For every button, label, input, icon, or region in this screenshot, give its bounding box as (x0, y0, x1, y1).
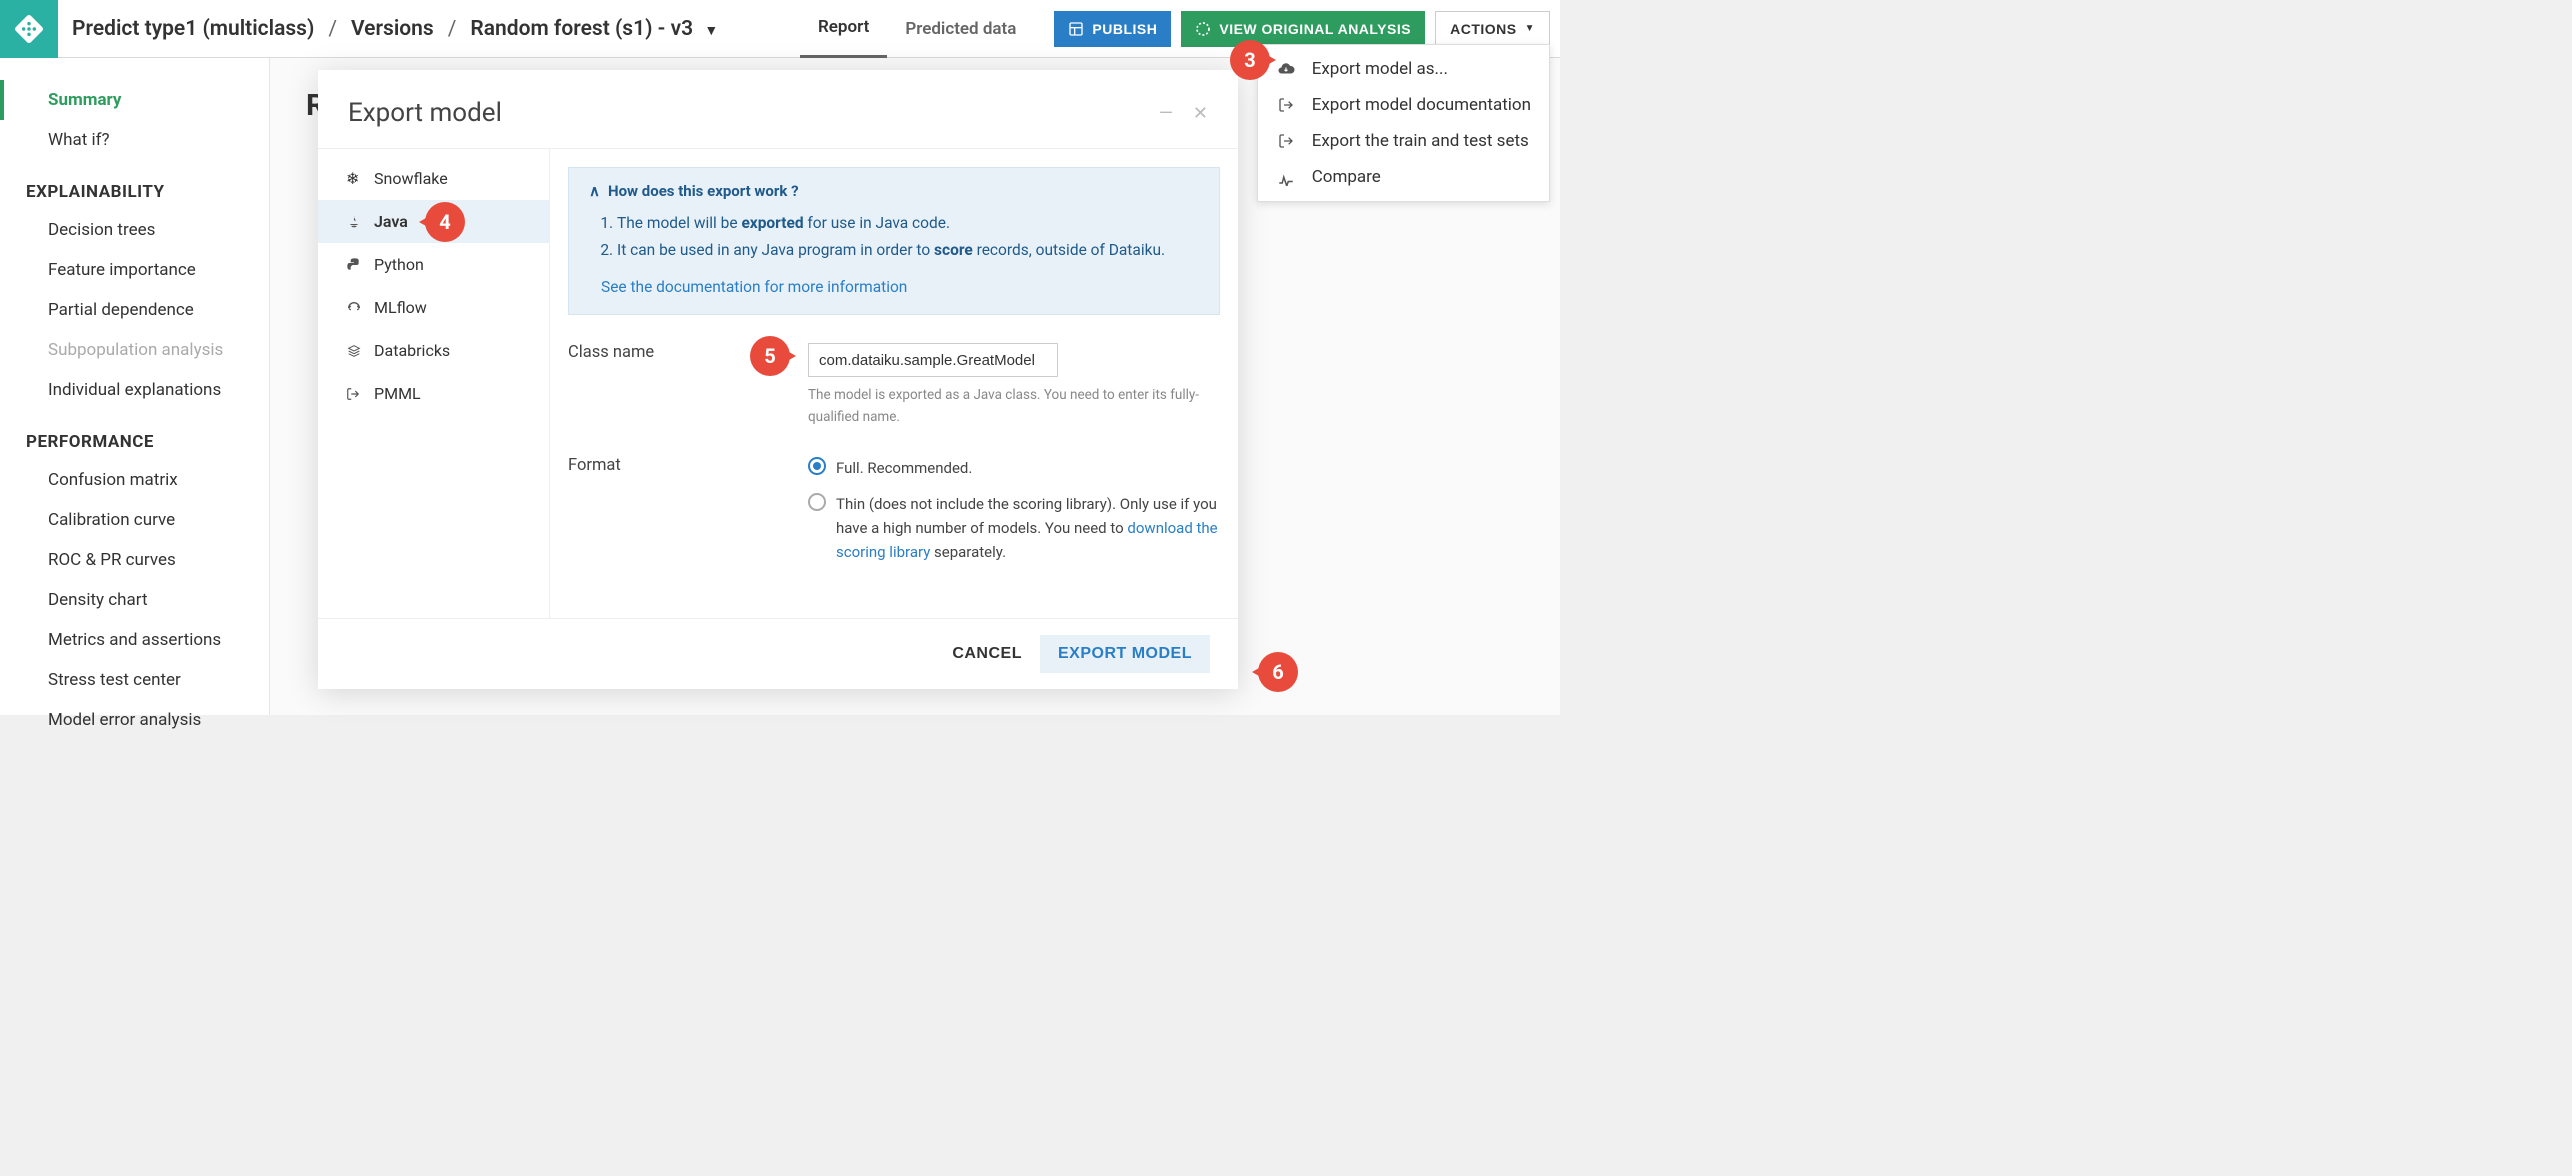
snowflake-icon: ❄ (346, 169, 364, 188)
class-name-input[interactable] (808, 343, 1058, 377)
view-original-analysis-button[interactable]: VIEW ORIGINAL ANALYSIS (1181, 11, 1425, 47)
dashboard-icon (1068, 21, 1084, 37)
breadcrumb: Predict type1 (multiclass) / Versions / … (58, 17, 718, 41)
chevron-down-icon: ▼ (704, 23, 718, 39)
export-content: ∧ How does this export work ? The model … (550, 149, 1238, 618)
breadcrumb-sep: / (448, 17, 457, 41)
info-line-1: The model will be exported for use in Ja… (617, 210, 1199, 237)
menu-export-train-test-sets[interactable]: Export the train and test sets (1258, 123, 1549, 159)
breadcrumb-model[interactable]: Random forest (s1) - v3 ▼ (470, 17, 718, 41)
class-name-row: Class name The model is exported as a Ja… (568, 343, 1220, 428)
radio-thin[interactable] (808, 493, 826, 511)
dialog-header: Export model — ✕ (318, 70, 1238, 148)
sidebar-header-explainability: EXPLAINABILITY (0, 160, 269, 210)
sidebar-item-subpopulation[interactable]: Subpopulation analysis (0, 330, 269, 370)
sidebar-item-calibration-curve[interactable]: Calibration curve (0, 500, 269, 540)
annotation-5: 5 (750, 336, 790, 376)
mlflow-icon (346, 300, 364, 316)
sidebar-item-summary[interactable]: Summary (0, 80, 269, 120)
publish-button[interactable]: PUBLISH (1054, 11, 1171, 47)
breadcrumb-versions[interactable]: Versions (351, 17, 434, 41)
close-button[interactable]: ✕ (1193, 103, 1208, 124)
sidebar-item-feature-importance[interactable]: Feature importance (0, 250, 269, 290)
dialog-footer: CANCEL EXPORT MODEL (318, 618, 1238, 689)
format-option-thin[interactable]: Thin (does not include the scoring libra… (808, 492, 1220, 564)
sidebar-item-confusion-matrix[interactable]: Confusion matrix (0, 460, 269, 500)
sign-out-icon (1276, 97, 1296, 113)
compare-icon (1276, 168, 1296, 186)
sidebar-item-individual-explanations[interactable]: Individual explanations (0, 370, 269, 410)
format-label: Format (568, 456, 808, 576)
export-icon (346, 387, 364, 401)
breadcrumb-sep: / (328, 17, 337, 41)
databricks-icon (346, 343, 364, 359)
analysis-icon (1195, 21, 1211, 37)
chevron-down-icon: ▼ (1525, 23, 1535, 34)
export-tab-pmml[interactable]: PMML (318, 372, 549, 415)
sign-out-icon (1276, 133, 1296, 149)
sidebar-item-metrics[interactable]: Metrics and assertions (0, 620, 269, 660)
sidebar-item-partial-dependence[interactable]: Partial dependence (0, 290, 269, 330)
breadcrumb-project[interactable]: Predict type1 (multiclass) (72, 17, 314, 41)
sidebar-item-density-chart[interactable]: Density chart (0, 580, 269, 620)
info-toggle[interactable]: ∧ How does this export work ? (589, 182, 1199, 200)
cancel-button[interactable]: CANCEL (952, 645, 1022, 663)
export-tab-mlflow[interactable]: MLflow (318, 286, 549, 329)
annotation-6: 6 (1258, 652, 1298, 692)
format-option-full[interactable]: Full. Recommended. (808, 456, 1220, 480)
export-model-dialog: Export model — ✕ ❄Snowflake Java Python … (318, 70, 1238, 689)
annotation-3: 3 (1230, 40, 1270, 80)
format-row: Format Full. Recommended. Thin (does not… (568, 456, 1220, 576)
sidebar: Summary What if? EXPLAINABILITY Decision… (0, 58, 270, 715)
export-tab-python[interactable]: Python (318, 243, 549, 286)
documentation-link[interactable]: See the documentation for more informati… (589, 278, 1199, 296)
sidebar-header-performance: PERFORMANCE (0, 410, 269, 460)
menu-export-documentation[interactable]: Export model documentation (1258, 87, 1549, 123)
menu-compare[interactable]: Compare (1258, 159, 1549, 195)
actions-button[interactable]: ACTIONS ▼ (1435, 11, 1550, 47)
info-list: The model will be exported for use in Ja… (589, 210, 1199, 264)
tab-predicted-data[interactable]: Predicted data (887, 0, 1034, 58)
sidebar-item-stress-test[interactable]: Stress test center (0, 660, 269, 700)
info-line-2: It can be used in any Java program in or… (617, 237, 1199, 264)
top-tabs: Report Predicted data (800, 0, 1034, 58)
sidebar-item-whatif[interactable]: What if? (0, 120, 269, 160)
export-model-button[interactable]: EXPORT MODEL (1040, 635, 1210, 673)
radio-full[interactable] (808, 457, 826, 475)
dataiku-logo-icon (13, 13, 45, 45)
java-icon (346, 214, 364, 230)
tab-report[interactable]: Report (800, 0, 887, 58)
app-logo[interactable] (0, 0, 58, 58)
python-icon (346, 257, 364, 273)
sidebar-item-decision-trees[interactable]: Decision trees (0, 210, 269, 250)
class-name-help: The model is exported as a Java class. Y… (808, 385, 1208, 428)
sidebar-item-model-error[interactable]: Model error analysis (0, 700, 269, 740)
export-tab-databricks[interactable]: Databricks (318, 329, 549, 372)
menu-export-model-as[interactable]: Export model as... (1258, 51, 1549, 87)
sidebar-item-roc-pr[interactable]: ROC & PR curves (0, 540, 269, 580)
actions-menu: Export model as... Export model document… (1257, 44, 1550, 202)
annotation-4: 4 (425, 202, 465, 242)
minimize-button[interactable]: — (1159, 103, 1173, 124)
dialog-title: Export model (348, 98, 502, 128)
export-tab-snowflake[interactable]: ❄Snowflake (318, 157, 549, 200)
chevron-up-icon: ∧ (589, 182, 600, 200)
export-info-box: ∧ How does this export work ? The model … (568, 167, 1220, 315)
